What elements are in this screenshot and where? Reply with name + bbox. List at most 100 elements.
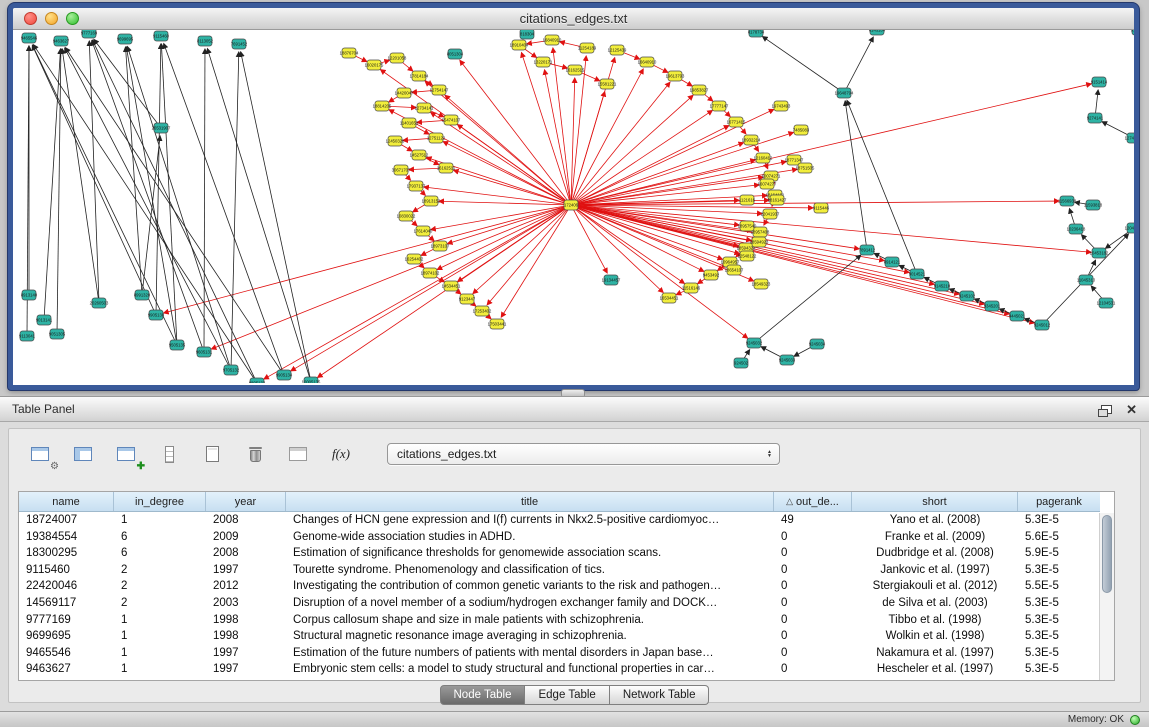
graph-node[interactable]: 17937137 (407, 181, 426, 191)
graph-node[interactable]: 14527512 (410, 150, 429, 160)
graph-node[interactable]: 9453492 (703, 270, 720, 280)
graph-node[interactable]: 9463627 (53, 36, 70, 46)
graph-node[interactable]: 10236418 (1067, 224, 1086, 234)
graph-node[interactable]: 7485083 (793, 125, 810, 135)
graph-node[interactable]: 9274141 (1087, 113, 1104, 123)
column-header-year[interactable]: year (206, 492, 286, 511)
graph-node[interactable]: 9145210 (934, 281, 951, 291)
graph-node[interactable]: 18814205 (373, 101, 392, 111)
column-header-out_de[interactable]: △out_de... (774, 492, 852, 511)
graph-node[interactable]: 12751122 (427, 133, 446, 143)
graph-node[interactable]: 8178734 (748, 30, 765, 37)
graph-node[interactable]: 18932214 (742, 135, 761, 145)
graph-node[interactable]: 9699695 (117, 34, 134, 44)
graph-node[interactable]: 12160412 (754, 153, 773, 163)
graph-node[interactable]: 19613793 (666, 71, 685, 81)
graph-node[interactable]: 17503441 (488, 319, 507, 329)
graph-node[interactable]: 19853827 (690, 85, 709, 95)
graph-node[interactable]: 16074277 (758, 179, 777, 189)
graph-node[interactable]: 818304 (520, 30, 535, 39)
graph-node[interactable]: 9905130 (148, 310, 165, 320)
graph-node[interactable]: 9805133 (249, 378, 266, 383)
graph-node[interactable]: 17614040 (414, 226, 433, 236)
column-header-in_degree[interactable]: in_degree (114, 492, 206, 511)
graph-node[interactable]: 11254189 (578, 43, 597, 53)
graph-node[interactable]: 9445021 (1009, 311, 1026, 321)
graph-node[interactable]: 7691452 (231, 39, 248, 49)
graph-node[interactable]: 18913152 (422, 196, 441, 206)
graph-node[interactable]: 9245012 (1034, 320, 1051, 330)
graph-node[interactable]: 18161427 (768, 195, 787, 205)
graph-node[interactable]: 9245102 (959, 291, 976, 301)
graph-node[interactable]: 12548122 (738, 251, 757, 261)
table-row[interactable]: 977716911998Corpus callosum shape and si… (19, 612, 1100, 629)
graph-node[interactable]: 11566938 (1058, 196, 1077, 206)
graph-node[interactable]: 1121616 (739, 195, 756, 205)
table-row[interactable]: 1456911722003Disruption of a novel membe… (19, 595, 1100, 612)
graph-node[interactable]: 8913140 (21, 290, 38, 300)
float-panel-icon[interactable] (1101, 405, 1112, 414)
table-row[interactable]: 969969511998Structural magnetic resonanc… (19, 628, 1100, 645)
graph-node[interactable]: 8051304 (447, 49, 464, 59)
graph-node[interactable]: 10005135 (302, 377, 321, 383)
graph-node[interactable]: 16534451 (660, 293, 679, 303)
graph-node[interactable]: 8914121 (884, 257, 901, 267)
graph-node[interactable]: 9115446 (813, 203, 830, 213)
column-header-name[interactable]: name (19, 492, 114, 511)
minimize-window-button[interactable] (45, 12, 58, 25)
graph-node[interactable]: 9051305 (49, 329, 66, 339)
import-table-button[interactable] (283, 441, 313, 467)
graph-node[interactable]: 16840910 (543, 35, 562, 45)
graph-node[interactable]: 16254402 (405, 254, 424, 264)
graph-node[interactable]: 9115460 (153, 31, 170, 41)
create-column-button[interactable]: ✚ (111, 441, 141, 467)
graph-node[interactable]: 9905134 (276, 370, 293, 380)
graph-node[interactable]: 17814184 (410, 71, 429, 81)
graph-node[interactable]: 17253402 (473, 306, 492, 316)
table-row[interactable]: 1872400712008Changes of HCN gene express… (19, 512, 1100, 529)
graph-node[interactable]: 11401653 (400, 118, 419, 128)
graph-node[interactable]: 9245033 (779, 355, 796, 365)
row-operations-button[interactable] (154, 441, 184, 467)
graph-node[interactable]: 9777169 (81, 30, 98, 38)
graph-node[interactable]: 12734141 (415, 103, 434, 113)
graph-node[interactable]: 17777147 (710, 101, 729, 111)
graph-node[interactable]: 13220171 (534, 57, 553, 67)
delete-table-button[interactable] (240, 441, 270, 467)
graph-node[interactable]: 16020175 (365, 60, 384, 70)
table-row[interactable]: 2242004622012Investigating the contribut… (19, 578, 1100, 595)
graph-node[interactable]: 19648794 (835, 88, 854, 98)
scrollbar-thumb[interactable] (1102, 515, 1112, 593)
graph-node[interactable]: 14420047 (395, 88, 414, 98)
graph-node[interactable]: 12045310 (1125, 223, 1134, 233)
graph-node[interactable]: 18974102 (421, 268, 440, 278)
graph-node[interactable]: 12754147 (430, 85, 449, 95)
graph-node[interactable]: 9245032 (746, 338, 763, 348)
graph-node[interactable]: 8113052 (197, 36, 214, 46)
show-columns-button[interactable] (68, 441, 98, 467)
graph-node[interactable]: 18594923 (750, 237, 769, 247)
close-panel-icon[interactable]: ✕ (1126, 403, 1137, 416)
graph-node[interactable]: 12201058 (388, 53, 407, 63)
graph-node[interactable]: 9014521 (909, 269, 926, 279)
graph-node[interactable]: 9123447 (459, 294, 476, 304)
window-titlebar[interactable]: citations_edges.txt (13, 8, 1134, 30)
graph-node[interactable]: 11045310 (1077, 275, 1096, 285)
graph-node[interactable]: 9465546 (21, 33, 38, 43)
table-row[interactable]: 1938455462009Genome-wide association stu… (19, 529, 1100, 546)
network-canvas[interactable]: 1724061887670416020175122010581781418412… (13, 30, 1134, 383)
graph-node[interactable]: 18654107 (725, 265, 744, 275)
graph-node[interactable]: 172406 (564, 200, 579, 210)
graph-node[interactable]: 9705132 (223, 365, 240, 375)
column-header-short[interactable]: short (852, 492, 1018, 511)
graph-node[interactable]: 18876704 (340, 48, 359, 58)
table-selector-dropdown[interactable]: citations_edges.txt ▲ ▼ (387, 443, 780, 465)
graph-node[interactable]: 12450328 (386, 136, 405, 146)
graph-node[interactable]: 22041937 (761, 209, 780, 219)
table-row[interactable]: 946362711997Embryonic stem cells: a mode… (19, 661, 1100, 678)
tab-network-table[interactable]: Network Table (610, 685, 710, 705)
graph-node[interactable]: 26531907 (152, 123, 171, 133)
graph-node[interactable]: 19134457 (602, 275, 621, 285)
tab-edge-table[interactable]: Edge Table (525, 685, 609, 705)
graph-node[interactable]: 16162515 (566, 65, 585, 75)
